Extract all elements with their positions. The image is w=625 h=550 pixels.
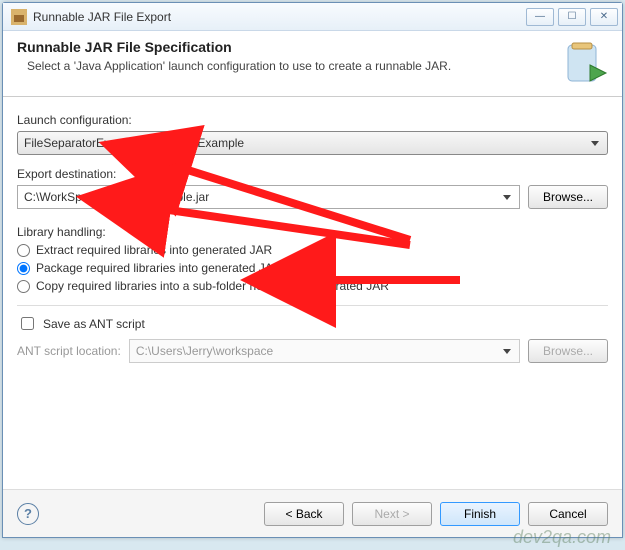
banner-heading: Runnable JAR File Specification: [17, 39, 560, 55]
footer: ? < Back Next > Finish Cancel: [3, 489, 622, 537]
close-button[interactable]: ✕: [590, 8, 618, 26]
library-option-package[interactable]: Package required libraries into generate…: [17, 261, 608, 275]
back-button[interactable]: < Back: [264, 502, 344, 526]
maximize-button[interactable]: ☐: [558, 8, 586, 26]
banner: Runnable JAR File Specification Select a…: [3, 31, 622, 97]
library-option-2-label: Copy required libraries into a sub-folde…: [36, 279, 389, 293]
library-option-extract[interactable]: Extract required libraries into generate…: [17, 243, 608, 257]
content-area: Launch configuration: FileSeparatorExamp…: [3, 97, 622, 373]
library-label: Library handling:: [17, 225, 608, 239]
launch-config-value: FileSeparatorExample - Dev2QaExample: [24, 136, 244, 150]
library-radio-group: Extract required libraries into generate…: [17, 243, 608, 293]
save-ant-checkbox[interactable]: [21, 317, 34, 330]
dialog-window: Runnable JAR File Export — ☐ ✕ Runnable …: [2, 2, 623, 538]
radio-extract[interactable]: [17, 244, 30, 257]
launch-config-combo[interactable]: FileSeparatorExample - Dev2QaExample: [17, 131, 608, 155]
save-ant-row[interactable]: Save as ANT script: [17, 314, 608, 333]
banner-subtext: Select a 'Java Application' launch confi…: [27, 59, 560, 73]
minimize-button[interactable]: —: [526, 8, 554, 26]
library-option-1-label: Package required libraries into generate…: [36, 261, 281, 275]
titlebar: Runnable JAR File Export — ☐ ✕: [3, 3, 622, 31]
window-buttons: — ☐ ✕: [526, 8, 618, 26]
ant-location-value: C:\Users\Jerry\workspace: [136, 344, 273, 358]
finish-button[interactable]: Finish: [440, 502, 520, 526]
ant-browse-button: Browse...: [528, 339, 608, 363]
library-option-0-label: Extract required libraries into generate…: [36, 243, 272, 257]
export-destination-field[interactable]: C:\WorkSpace\Dev2qaExample.jar: [17, 185, 520, 209]
library-option-copy[interactable]: Copy required libraries into a sub-folde…: [17, 279, 608, 293]
ant-location-label: ANT script location:: [17, 344, 121, 358]
export-label: Export destination:: [17, 167, 608, 181]
app-icon: [11, 9, 27, 25]
banner-text: Runnable JAR File Specification Select a…: [17, 39, 560, 88]
ant-location-row: ANT script location: C:\Users\Jerry\work…: [17, 339, 608, 363]
radio-package[interactable]: [17, 262, 30, 275]
ant-location-field: C:\Users\Jerry\workspace: [129, 339, 520, 363]
next-button: Next >: [352, 502, 432, 526]
help-icon[interactable]: ?: [17, 503, 39, 525]
export-browse-button[interactable]: Browse...: [528, 185, 608, 209]
save-ant-label: Save as ANT script: [43, 317, 145, 331]
launch-label: Launch configuration:: [17, 113, 608, 127]
radio-copy[interactable]: [17, 280, 30, 293]
jar-run-icon: [560, 39, 608, 87]
export-destination-value: C:\WorkSpace\Dev2qaExample.jar: [24, 190, 209, 204]
separator: [17, 305, 608, 306]
window-title: Runnable JAR File Export: [33, 10, 526, 24]
cancel-button[interactable]: Cancel: [528, 502, 608, 526]
